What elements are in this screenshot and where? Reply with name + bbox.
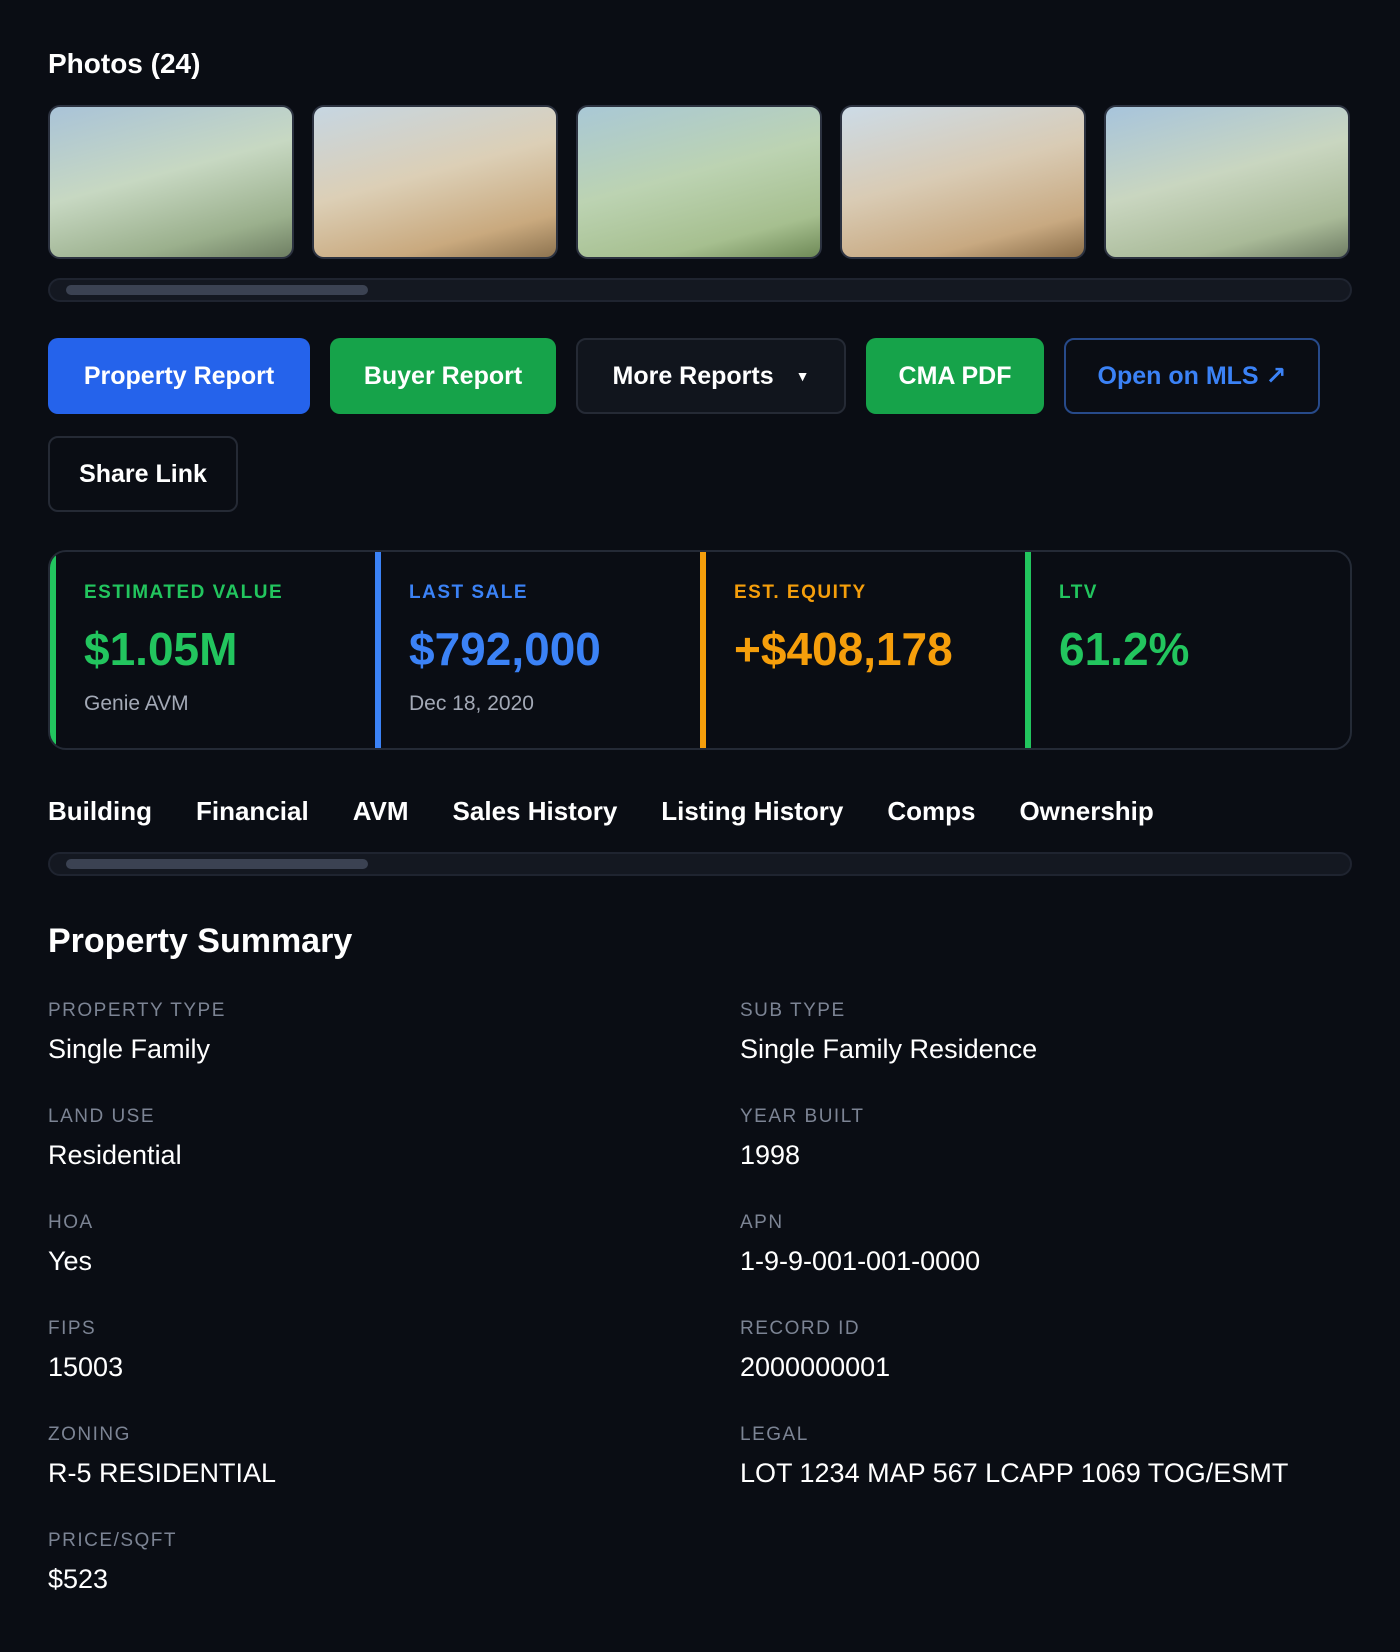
metrics-card: ESTIMATED VALUE $1.05M Genie AVM LAST SA… bbox=[48, 550, 1352, 750]
cma-pdf-button[interactable]: CMA PDF bbox=[866, 338, 1044, 414]
tab-listing-history[interactable]: Listing History bbox=[661, 796, 843, 827]
field-label: YEAR BUILT bbox=[740, 1106, 865, 1127]
metric-value: +$408,178 bbox=[734, 623, 953, 675]
photo-thumbnail-3[interactable] bbox=[576, 105, 822, 259]
est-equity-metric: EST. EQUITY +$408,178 bbox=[700, 552, 1025, 748]
metric-value: $1.05M bbox=[84, 623, 238, 675]
metric-sub: Dec 18, 2020 bbox=[409, 692, 534, 715]
field-value: LOT 1234 MAP 567 LCAPP 1069 TOG/ESMT bbox=[740, 1458, 1289, 1488]
metric-accent-bar bbox=[375, 552, 381, 748]
field-value: 1998 bbox=[740, 1140, 801, 1170]
field-apn: APN 1-9-9-001-001-0000 bbox=[740, 1212, 980, 1277]
tabs-scrollbar[interactable] bbox=[48, 852, 1352, 876]
field-label: PROPERTY TYPE bbox=[48, 1000, 226, 1021]
field-value: Single Family Residence bbox=[740, 1034, 1038, 1064]
more-reports-dropdown[interactable]: More Reports ▼ bbox=[576, 338, 846, 414]
open-mls-link[interactable]: Open on MLS ↗ bbox=[1064, 338, 1320, 414]
tab-comps[interactable]: Comps bbox=[887, 796, 975, 827]
photo-carousel[interactable] bbox=[48, 105, 1350, 259]
tab-avm[interactable]: AVM bbox=[353, 796, 409, 827]
metric-label: ESTIMATED VALUE bbox=[84, 582, 284, 603]
field-label: LAND USE bbox=[48, 1106, 156, 1127]
metric-label: EST. EQUITY bbox=[734, 582, 867, 603]
field-price-per-sqft: PRICE/SQFT $523 bbox=[48, 1530, 177, 1595]
photos-heading: Photos (24) bbox=[48, 48, 201, 79]
photo-thumbnail-1[interactable] bbox=[48, 105, 294, 259]
field-label: FIPS bbox=[48, 1318, 97, 1339]
metric-value: 61.2% bbox=[1059, 623, 1190, 675]
caret-down-icon: ▼ bbox=[795, 368, 810, 384]
section-title: Property Summary bbox=[48, 922, 353, 960]
field-value: 15003 bbox=[48, 1352, 124, 1382]
field-record-id: RECORD ID 2000000001 bbox=[740, 1318, 890, 1383]
tab-ownership[interactable]: Ownership bbox=[1019, 796, 1153, 827]
metric-accent-bar bbox=[1025, 552, 1031, 748]
tab-sales-history[interactable]: Sales History bbox=[453, 796, 618, 827]
photo-thumbnail-2[interactable] bbox=[312, 105, 558, 259]
field-fips: FIPS 15003 bbox=[48, 1318, 123, 1383]
field-zoning: ZONING R-5 RESIDENTIAL bbox=[48, 1424, 276, 1489]
metric-value: $792,000 bbox=[409, 623, 601, 675]
field-label: ZONING bbox=[48, 1424, 131, 1445]
field-label: RECORD ID bbox=[740, 1318, 861, 1339]
detail-tabs: Building Financial AVM Sales History Lis… bbox=[48, 796, 1154, 827]
tab-building[interactable]: Building bbox=[48, 796, 152, 827]
buyer-report-button[interactable]: Buyer Report bbox=[330, 338, 556, 414]
share-link-label: Share Link bbox=[79, 459, 207, 488]
buyer-report-label: Buyer Report bbox=[363, 361, 523, 390]
metric-label: LTV bbox=[1059, 582, 1098, 603]
field-sub-type: SUB TYPE Single Family Residence bbox=[740, 1000, 1037, 1065]
metric-accent-bar bbox=[700, 552, 706, 748]
field-value: R-5 RESIDENTIAL bbox=[48, 1458, 277, 1488]
field-label: LEGAL bbox=[740, 1424, 809, 1445]
property-report-button[interactable]: Property Report bbox=[48, 338, 310, 414]
metric-sub: Genie AVM bbox=[84, 692, 189, 715]
estimated-value-metric: ESTIMATED VALUE $1.05M Genie AVM bbox=[50, 552, 375, 748]
ltv-metric: LTV 61.2% bbox=[1025, 552, 1350, 748]
field-hoa: HOA Yes bbox=[48, 1212, 94, 1277]
tab-financial[interactable]: Financial bbox=[196, 796, 309, 827]
metric-accent-bar bbox=[50, 552, 56, 748]
photo-thumbnail-5[interactable] bbox=[1104, 105, 1350, 259]
open-mls-label: Open on MLS ↗ bbox=[1097, 362, 1287, 390]
photo-thumbnail-4[interactable] bbox=[840, 105, 1086, 259]
tabs-scrollbar-thumb[interactable] bbox=[66, 859, 368, 869]
field-year-built: YEAR BUILT 1998 bbox=[740, 1106, 864, 1171]
cma-pdf-label: CMA PDF bbox=[898, 361, 1012, 390]
field-value: $523 bbox=[48, 1564, 109, 1594]
metric-label: LAST SALE bbox=[409, 582, 529, 603]
field-label: PRICE/SQFT bbox=[48, 1530, 178, 1551]
field-label: HOA bbox=[48, 1212, 94, 1233]
field-label: APN bbox=[740, 1212, 784, 1233]
field-value: 2000000001 bbox=[740, 1352, 891, 1382]
photo-scrollbar-thumb[interactable] bbox=[66, 285, 368, 295]
field-value: Single Family bbox=[48, 1034, 211, 1064]
field-value: 1-9-9-001-001-0000 bbox=[740, 1246, 981, 1276]
more-reports-label: More Reports bbox=[612, 361, 774, 390]
field-property-type: PROPERTY TYPE Single Family bbox=[48, 1000, 226, 1065]
photo-scrollbar[interactable] bbox=[48, 278, 1352, 302]
last-sale-metric: LAST SALE $792,000 Dec 18, 2020 bbox=[375, 552, 700, 748]
field-value: Residential bbox=[48, 1140, 182, 1170]
share-link-button[interactable]: Share Link bbox=[48, 436, 238, 512]
field-label: SUB TYPE bbox=[740, 1000, 846, 1021]
field-value: Yes bbox=[48, 1246, 93, 1276]
field-land-use: LAND USE Residential bbox=[48, 1106, 182, 1171]
field-legal: LEGAL LOT 1234 MAP 567 LCAPP 1069 TOG/ES… bbox=[740, 1424, 1288, 1489]
property-report-label: Property Report bbox=[83, 361, 275, 390]
